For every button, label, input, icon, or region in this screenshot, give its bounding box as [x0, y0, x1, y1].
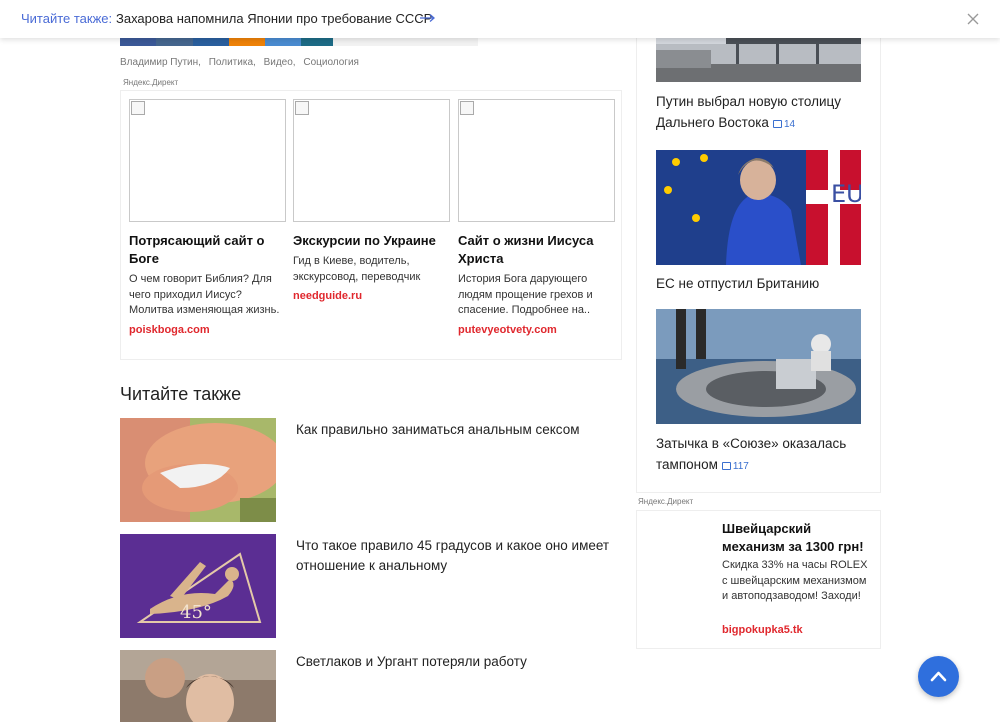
read-also-link[interactable]: Светлаков и Ургант потеряли работу	[296, 652, 626, 672]
yandex-direct-label[interactable]: Яндекс.Директ	[123, 78, 178, 87]
yandex-ad-block: Потрясающий сайт о Боге О чем говорит Би…	[120, 90, 622, 360]
broken-image-icon	[295, 101, 309, 115]
ad-description: История Бога дарующего людям прощение гр…	[458, 273, 593, 316]
scroll-to-top-button[interactable]	[918, 656, 959, 697]
read-also-heading: Читайте также	[120, 384, 242, 404]
sidebar-ad-card[interactable]: Швейцарский механизм за 1300 грн! Скидка…	[636, 510, 881, 649]
ad-domain-link[interactable]: needguide.ru	[293, 290, 450, 302]
read-also-item[interactable]: 45° Что такое правило 45 градусов и како…	[120, 534, 622, 638]
yandex-direct-label[interactable]: Яндекс.Директ	[638, 497, 693, 506]
read-also-thumbnail[interactable]	[120, 650, 276, 722]
ad-description: Гид в Киеве, водитель, экскурсовод, пере…	[293, 255, 421, 283]
read-also-item[interactable]: Светлаков и Ургант потеряли работу	[120, 650, 622, 722]
read-also-link[interactable]: Что такое правило 45 градусов и какое он…	[296, 536, 626, 576]
tag-link[interactable]: Видео,	[264, 57, 296, 68]
news-card-link[interactable]: ЕС не отпустил Британию	[656, 276, 819, 291]
sticky-read-also-bar[interactable]: Читайте также: Захарова напомнила Японии…	[0, 0, 1000, 38]
sticky-bar-headline-link[interactable]: Захарова напомнила Японии про требование…	[116, 11, 432, 26]
news-card-image[interactable]	[656, 309, 861, 424]
ad-image[interactable]	[458, 99, 615, 222]
comment-count[interactable]: 14	[772, 119, 796, 130]
flag-text: EU	[831, 180, 861, 208]
ad-title[interactable]: Потрясающий сайт о Боге	[129, 232, 286, 268]
broken-image-icon	[131, 101, 145, 115]
comment-count-value: 14	[783, 119, 796, 130]
ad-domain-link[interactable]: bigpokupka5.tk	[722, 624, 803, 636]
ad-description: Скидка 33% на часы ROLEX с швейцарским м…	[722, 559, 868, 602]
close-icon[interactable]	[966, 12, 980, 26]
read-also-item[interactable]: Как правильно заниматься анальным сексом	[120, 418, 622, 522]
article-tags: Владимир Путин, Политика, Видео, Социоло…	[120, 57, 364, 68]
arrow-right-icon[interactable]	[420, 12, 436, 24]
ad-image[interactable]	[129, 99, 286, 222]
comment-count[interactable]: 117	[721, 461, 749, 472]
ad-card[interactable]: Сайт о жизни Иисуса Христа История Бога …	[458, 99, 615, 336]
ad-title[interactable]: Экскурсии по Украине	[293, 232, 450, 250]
read-also-link[interactable]: Как правильно заниматься анальным сексом	[296, 420, 626, 440]
chevron-up-icon	[930, 671, 947, 682]
news-card-link[interactable]: Затычка в «Союзе» оказалась тампоном	[656, 436, 846, 472]
comment-count-value: 117	[732, 461, 749, 472]
ad-domain-link[interactable]: putevyeotvety.com	[458, 324, 615, 336]
ad-image[interactable]	[293, 99, 450, 222]
ad-title[interactable]: Швейцарский механизм за 1300 грн!	[722, 520, 872, 556]
broken-image-icon	[460, 101, 474, 115]
news-card-title[interactable]: Путин выбрал новую столицу Дальнего Вост…	[656, 91, 866, 135]
news-card-link[interactable]: Путин выбрал новую столицу Дальнего Вост…	[656, 94, 841, 130]
tag-link[interactable]: Владимир Путин,	[120, 57, 201, 68]
ad-title[interactable]: Сайт о жизни Иисуса Христа	[458, 232, 615, 268]
news-card-title[interactable]: Затычка в «Союзе» оказалась тампоном 117	[656, 433, 866, 477]
ad-description: О чем говорит Библия? Для чего приходил …	[129, 273, 280, 316]
comment-icon	[772, 120, 782, 128]
sticky-bar-label: Читайте также:	[21, 11, 113, 26]
ad-card[interactable]: Экскурсии по Украине Гид в Киеве, водите…	[293, 99, 450, 302]
ad-domain-link[interactable]: poiskboga.com	[129, 324, 286, 336]
comment-icon	[721, 462, 731, 470]
read-also-thumbnail[interactable]: 45°	[120, 534, 276, 638]
angle-label: 45°	[180, 602, 212, 623]
tag-link[interactable]: Политика,	[209, 57, 256, 68]
ad-card[interactable]: Потрясающий сайт о Боге О чем говорит Би…	[129, 99, 286, 336]
read-also-thumbnail[interactable]	[120, 418, 276, 522]
news-card-title[interactable]: ЕС не отпустил Британию	[656, 273, 866, 294]
tag-link[interactable]: Социология	[303, 57, 359, 68]
news-card-image[interactable]: EU	[656, 150, 861, 265]
